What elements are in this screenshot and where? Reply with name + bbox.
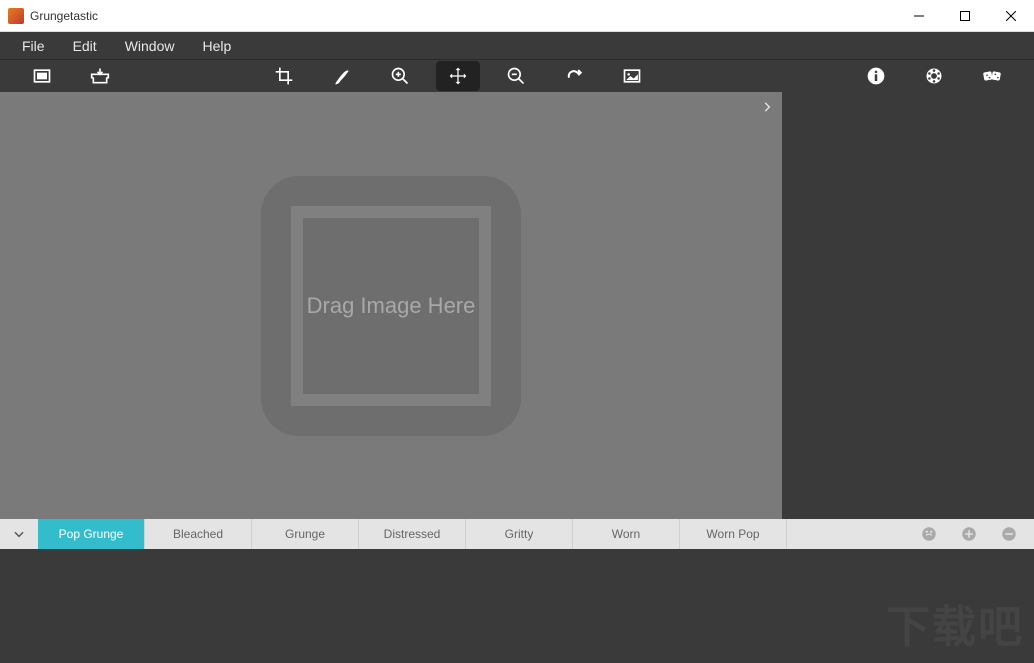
- redo-icon: [564, 66, 584, 86]
- brush-icon: [332, 66, 352, 86]
- remove-preset-icon: [1000, 525, 1018, 543]
- preset-actions: [904, 519, 1034, 549]
- open-image-button[interactable]: [20, 61, 64, 91]
- settings-button[interactable]: [912, 61, 956, 91]
- zoom-in-icon: [390, 66, 410, 86]
- add-preset-icon: [960, 525, 978, 543]
- add-preset-button[interactable]: [960, 525, 978, 543]
- canvas-area[interactable]: Drag Image Here: [0, 92, 782, 519]
- fit-screen-icon: [622, 66, 642, 86]
- zoom-out-button[interactable]: [494, 61, 538, 91]
- collapse-panel-button[interactable]: [758, 98, 776, 121]
- zoom-in-button[interactable]: [378, 61, 422, 91]
- remove-preset-button[interactable]: [1000, 525, 1018, 543]
- chevron-down-icon: [12, 527, 26, 541]
- app-icon: [8, 8, 24, 24]
- preset-tab-grunge[interactable]: Grunge: [252, 519, 359, 549]
- open-image-icon: [32, 66, 52, 86]
- preset-collapse-button[interactable]: [0, 519, 38, 549]
- zoom-out-icon: [506, 66, 526, 86]
- settings-icon: [924, 66, 944, 86]
- randomize-button[interactable]: [970, 61, 1014, 91]
- menu-edit[interactable]: Edit: [59, 34, 111, 58]
- save-image-button[interactable]: [78, 61, 122, 91]
- window-controls: [896, 0, 1034, 32]
- menubar: File Edit Window Help: [0, 32, 1034, 59]
- chevron-right-icon: [760, 100, 774, 114]
- brush-button[interactable]: [320, 61, 364, 91]
- preset-tab-bleached[interactable]: Bleached: [145, 519, 252, 549]
- dropzone-inner: Drag Image Here: [291, 206, 491, 406]
- maximize-button[interactable]: [942, 0, 988, 32]
- bottom-panel: 下载吧: [0, 549, 1034, 663]
- titlebar: Grungetastic: [0, 0, 1034, 32]
- preset-tab-worn-pop[interactable]: Worn Pop: [680, 519, 787, 549]
- menu-window[interactable]: Window: [111, 34, 189, 58]
- minimize-button[interactable]: [896, 0, 942, 32]
- crop-icon: [274, 66, 294, 86]
- preset-manage-icon: [920, 525, 938, 543]
- preset-tab-pop-grunge[interactable]: Pop Grunge: [38, 519, 145, 549]
- window-title: Grungetastic: [30, 9, 896, 23]
- menu-file[interactable]: File: [8, 34, 59, 58]
- info-icon: [866, 66, 886, 86]
- menu-help[interactable]: Help: [188, 34, 245, 58]
- fit-screen-button[interactable]: [610, 61, 654, 91]
- dropzone[interactable]: Drag Image Here: [261, 176, 521, 436]
- save-image-icon: [90, 66, 110, 86]
- preset-manage-button[interactable]: [920, 525, 938, 543]
- dropzone-label: Drag Image Here: [307, 291, 476, 321]
- randomize-icon: [982, 66, 1002, 86]
- preset-strip: Pop Grunge Bleached Grunge Distressed Gr…: [0, 519, 1034, 549]
- info-button[interactable]: [854, 61, 898, 91]
- close-button[interactable]: [988, 0, 1034, 32]
- crop-button[interactable]: [262, 61, 306, 91]
- side-panel: [782, 92, 1034, 519]
- redo-button[interactable]: [552, 61, 596, 91]
- move-button[interactable]: [436, 61, 480, 91]
- preset-tab-distressed[interactable]: Distressed: [359, 519, 466, 549]
- move-icon: [448, 66, 468, 86]
- preset-tab-gritty[interactable]: Gritty: [466, 519, 573, 549]
- watermark: 下载吧: [886, 591, 1024, 655]
- toolbar: [0, 59, 1034, 92]
- main-area: Drag Image Here: [0, 92, 1034, 519]
- preset-tab-worn[interactable]: Worn: [573, 519, 680, 549]
